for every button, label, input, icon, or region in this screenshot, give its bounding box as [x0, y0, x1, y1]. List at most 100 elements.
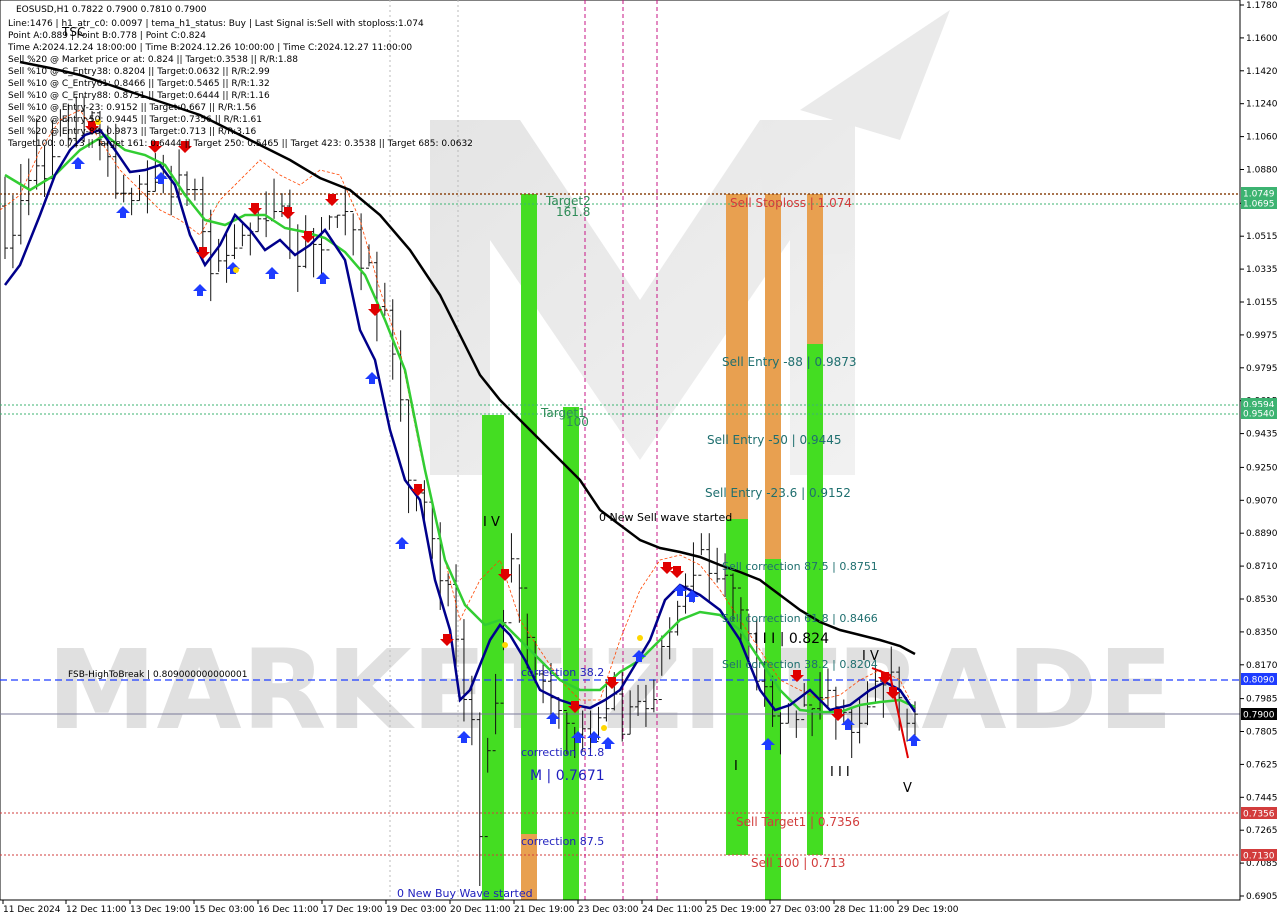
sell-entry-50-label: Sell Entry -50 | 0.9445	[707, 433, 841, 447]
correction-618-label: correction 61.8	[521, 746, 604, 759]
price-badge: 0.7900	[1241, 708, 1277, 721]
price-tick-label: 0.7625	[1246, 760, 1278, 770]
price-badge-label: 0.7356	[1243, 810, 1275, 820]
symbol-line: EOSUSD,H1 0.7822 0.7900 0.7810 0.7900	[16, 5, 207, 15]
price-tick-label: 1.0515	[1246, 232, 1278, 242]
time-tick-label: 16 Dec 11:00	[258, 905, 319, 915]
zone-green-target1-left	[482, 415, 504, 900]
info-line-points: Point A:0.889 | Point B:0.778 | Point C:…	[8, 31, 206, 41]
price-badge-label: 0.7130	[1243, 852, 1275, 862]
wave-iii-label: I I I	[830, 765, 850, 780]
price-tick-label: 0.8710	[1246, 562, 1278, 572]
sell-target1-label: Sell Target1 | 0.7356	[736, 815, 860, 829]
price-tick-label: 0.7265	[1246, 826, 1278, 836]
price-badge: 1.0695	[1241, 197, 1277, 210]
price-tick-label: 0.6905	[1246, 892, 1278, 902]
price-tick-label: 0.8890	[1246, 529, 1278, 539]
sell-correction-382-label: Sell correction 38.2 | 0.8204	[722, 658, 878, 671]
time-tick-label: 13 Dec 19:00	[130, 905, 191, 915]
signal-star-icon	[502, 642, 508, 648]
info-line-e23: Sell %10 @ Entry-23: 0.9152 || Target:0.…	[8, 103, 257, 113]
price-tick-label: 0.8350	[1246, 628, 1278, 638]
time-tick-label: 15 Dec 03:00	[194, 905, 255, 915]
sell-correction-618-label: Sell correction 61.8 | 0.8466	[722, 612, 878, 625]
zone-green-target1	[563, 407, 579, 900]
watermark-text: MARKETIZI TRADE	[47, 626, 1173, 754]
info-line-market: Sell %20 @ Market price or at: 0.824 || …	[8, 55, 298, 65]
info-line-times: Time A:2024.12.24 18:00:00 | Time B:2024…	[7, 43, 412, 53]
zone-green-sell-correction	[765, 559, 781, 900]
zone-green-target2	[521, 194, 537, 834]
zone-orange-sell-stop	[807, 194, 823, 344]
price-tick-label: 0.9795	[1246, 364, 1278, 374]
price-badge: 0.7130	[1241, 849, 1277, 862]
time-tick-label: 25 Dec 19:00	[706, 905, 767, 915]
time-tick-label: 24 Dec 11:00	[642, 905, 703, 915]
price-badge: 0.8090	[1241, 673, 1277, 686]
price-tick-label: 0.8530	[1246, 595, 1278, 605]
price-badge-label: 1.0695	[1243, 200, 1275, 210]
price-tick-label: 1.1600	[1246, 34, 1278, 44]
price-tick-label: 1.0335	[1246, 265, 1278, 275]
info-line-c61: Sell %10 @ C_Entry61: 0.8466 || Target:0…	[8, 79, 270, 89]
signal-star-icon	[601, 725, 607, 731]
price-tick-label: 0.9070	[1246, 496, 1278, 506]
time-tick-label: 28 Dec 11:00	[834, 905, 895, 915]
price-tick-label: 1.1240	[1246, 100, 1278, 110]
time-axis[interactable]: 11 Dec 2024 12 Dec 11:00 13 Dec 19:00 15 De…	[0, 899, 1240, 915]
price-tick-label: 0.9975	[1246, 331, 1278, 341]
price-chart[interactable]: MARKETIZI TRADE EOSUSD,H1 0.7822 0.7900 …	[0, 0, 1280, 920]
sell-stoploss-label: Sell Stoploss | 1.074	[730, 196, 852, 210]
wave-iv-label-left: I V	[483, 515, 500, 530]
price-badge: 0.7356	[1241, 807, 1277, 820]
correction-875-label: correction 87.5	[521, 835, 604, 848]
info-line-e88: Sell %20 @ Entry-88: 0.9873 || Target:0.…	[8, 127, 257, 137]
wave-v-label: V	[903, 781, 912, 796]
time-tick-label: 21 Dec 19:00	[514, 905, 575, 915]
price-tick-label: 0.7985	[1246, 695, 1278, 705]
sell-entry-88-label: Sell Entry -88 | 0.9873	[722, 355, 856, 369]
price-tick-label: 0.7805	[1246, 728, 1278, 738]
price-tick-label: 1.1420	[1246, 67, 1278, 77]
wave-iii-point-label: I I I | 0.824	[754, 631, 829, 647]
price-badge: 0.9540	[1241, 407, 1277, 420]
new-sell-label: 0 New Sell wave started	[599, 511, 732, 524]
wave-i-label: I	[734, 759, 738, 774]
price-badge-label: 0.8090	[1243, 676, 1275, 686]
time-tick-label: 17 Dec 19:00	[322, 905, 383, 915]
price-tick-label: 1.1780	[1246, 1, 1278, 11]
target2-value: 161.8	[556, 205, 590, 219]
price-tick-label: 0.9250	[1246, 463, 1278, 473]
time-tick-label: 23 Dec 03:00	[578, 905, 639, 915]
time-tick-label: 20 Dec 11:00	[450, 905, 511, 915]
info-line-c88: Sell %10 @ C_Entry88: 0.8751 || Target:0…	[8, 91, 270, 101]
price-badge-label: 0.7900	[1243, 711, 1275, 721]
time-tick-label: 12 Dec 11:00	[66, 905, 127, 915]
correction-382-label: correction 38.2	[521, 666, 604, 679]
time-tick-label: 11 Dec 2024	[3, 905, 61, 915]
signal-star-icon	[233, 267, 239, 273]
zone-orange-sell-correction	[765, 194, 781, 559]
price-tick-label: 0.8170	[1246, 661, 1278, 671]
signal-star-icon	[637, 635, 643, 641]
time-tick-label: 19 Dec 03:00	[386, 905, 447, 915]
sell-correction-875-label: Sell correction 87.5 | 0.8751	[722, 560, 878, 573]
target1-value: 100	[566, 415, 589, 429]
fsb-label: FSB-HighToBreak | 0.809000000000001	[68, 670, 248, 680]
price-tick-label: 0.7445	[1246, 793, 1278, 803]
chart-window[interactable]: MARKETIZI TRADE EOSUSD,H1 0.7822 0.7900 …	[0, 0, 1280, 920]
wave-iv-label-right: I V	[862, 649, 879, 664]
tsc-label: TSC	[61, 25, 85, 39]
new-buy-label: 0 New Buy Wave started	[397, 887, 533, 900]
price-axis[interactable]: 1.1780 1.1600 1.1420 1.1240 1.1060 1.0880 1.06…	[1239, 0, 1278, 902]
price-badge-label: 0.9540	[1243, 410, 1275, 420]
info-line-c38: Sell %10 @ C_Entry38: 0.8204 || Target:0…	[8, 67, 270, 77]
sell-100-label: Sell 100 | 0.713	[751, 856, 845, 870]
zone-green-sell-stop	[807, 344, 823, 855]
m-point-label: M | 0.7671	[530, 768, 605, 784]
price-tick-label: 1.0880	[1246, 165, 1278, 175]
info-line-e50: Sell %20 @ Entry-50: 0.9445 || Target:0.…	[8, 115, 262, 125]
price-tick-label: 0.9435	[1246, 430, 1278, 440]
price-tick-label: 1.1060	[1246, 133, 1278, 143]
price-tick-label: 1.0155	[1246, 298, 1278, 308]
